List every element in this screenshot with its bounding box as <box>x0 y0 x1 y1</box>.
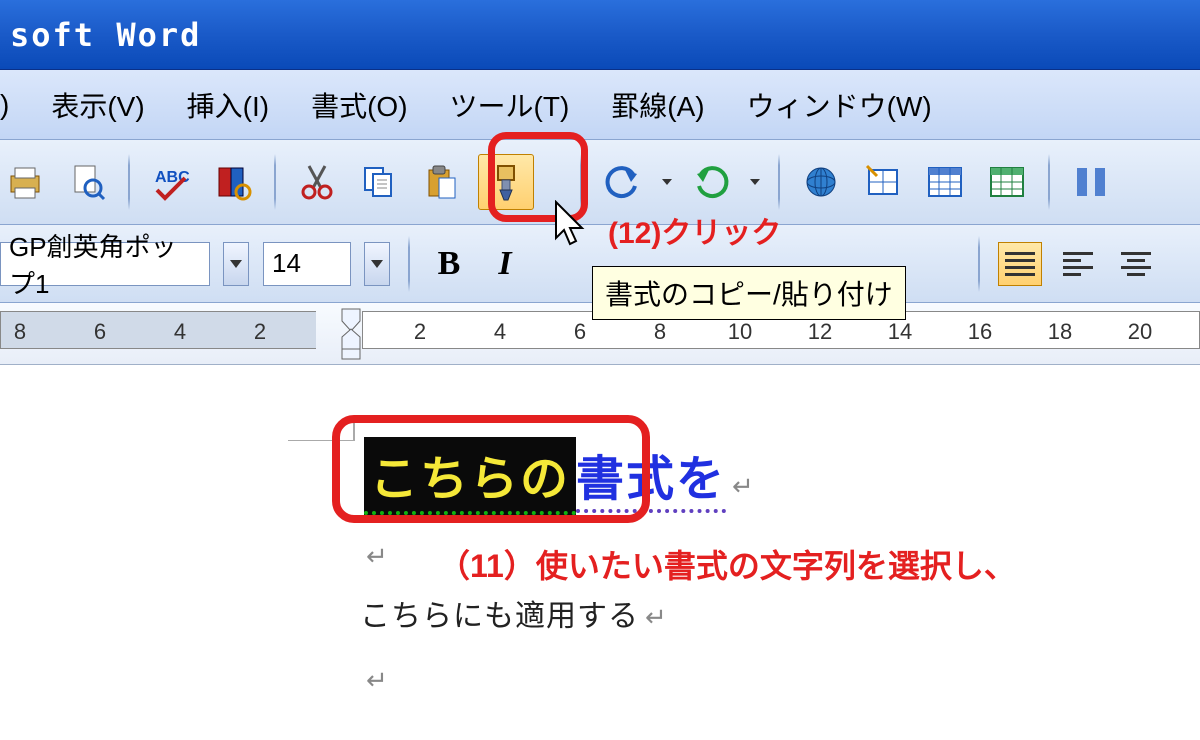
document-line-3[interactable]: こちらにも適用する↵ <box>360 591 668 635</box>
ruler-tick: 8 <box>14 319 26 345</box>
ruler-tick: 20 <box>1128 319 1152 345</box>
ruler-tick: 6 <box>94 319 106 345</box>
hyperlink-button[interactable] <box>796 157 846 207</box>
ruler-tick: 16 <box>968 319 992 345</box>
ruler-tick: 6 <box>574 319 586 345</box>
document-line-2[interactable]: ↵ <box>360 541 388 572</box>
page-corner-mark <box>288 423 354 441</box>
paragraph-mark-icon: ↵ <box>366 665 388 695</box>
bold-button[interactable]: B <box>428 245 470 283</box>
spelling-button[interactable]: ABC <box>146 157 196 207</box>
format-painter-button[interactable] <box>478 154 534 210</box>
paste-button[interactable] <box>416 157 466 207</box>
columns-button[interactable] <box>1066 157 1116 207</box>
menu-item-table[interactable]: 罫線(A) <box>611 85 704 125</box>
font-size-value: 14 <box>272 248 301 279</box>
plain-text[interactable]: こちらにも適用する <box>360 600 639 633</box>
font-name-dropdown[interactable] <box>223 242 249 286</box>
ruler-tick: 4 <box>494 319 506 345</box>
copy-button[interactable] <box>354 157 404 207</box>
annotation-12-label: (12)クリック <box>608 208 781 252</box>
document-line-1[interactable]: こちらの書式を↵ <box>364 437 754 515</box>
separator <box>978 236 980 292</box>
separator <box>1048 154 1050 210</box>
separator <box>274 154 276 210</box>
ruler-tick: 2 <box>254 319 266 345</box>
separator <box>128 154 130 210</box>
undo-button[interactable] <box>598 157 648 207</box>
indent-marker-icon[interactable] <box>336 303 366 363</box>
page-margin-mark <box>354 423 355 441</box>
italic-button[interactable]: I <box>484 245 526 283</box>
titlebar-text: soft Word <box>10 16 201 54</box>
ruler-tick: 2 <box>414 319 426 345</box>
insert-excel-button[interactable] <box>982 157 1032 207</box>
document-area[interactable]: こちらの書式を↵ ↵ （11）使いたい書式の文字列を選択し、 こちらにも適用する… <box>0 365 1200 725</box>
standard-toolbar: ABC <box>0 140 1200 225</box>
font-name-combo[interactable]: GP創英角ポップ1 <box>0 242 210 286</box>
paragraph-mark-icon: ↵ <box>732 471 754 502</box>
print-preview-button[interactable] <box>62 157 112 207</box>
align-left-button[interactable] <box>1056 242 1100 286</box>
document-line-4[interactable]: ↵ <box>360 665 388 696</box>
ruler-margin-area <box>0 311 316 349</box>
align-justify-button[interactable] <box>998 242 1042 286</box>
undo-dropdown[interactable] <box>660 179 674 185</box>
formatted-text[interactable]: 書式を <box>576 439 726 513</box>
annotation-11-label: （11）使いたい書式の文字列を選択し、 <box>438 541 1016 587</box>
menu-item-format[interactable]: 書式(O) <box>311 85 407 125</box>
ruler-tick: 14 <box>888 319 912 345</box>
menu-item-tools[interactable]: ツール(T) <box>450 85 570 125</box>
insert-table-button[interactable] <box>920 157 970 207</box>
align-center-button[interactable] <box>1114 242 1158 286</box>
font-name-value: GP創英角ポップ1 <box>9 227 201 301</box>
research-button[interactable] <box>208 157 258 207</box>
selected-text[interactable]: こちらの <box>364 437 576 515</box>
ruler-tick: 18 <box>1048 319 1072 345</box>
menubar: ) 表示(V) 挿入(I) 書式(O) ツール(T) 罫線(A) ウィンドウ(W… <box>0 70 1200 140</box>
redo-dropdown[interactable] <box>748 179 762 185</box>
cut-button[interactable] <box>292 157 342 207</box>
menu-item-partial[interactable]: ) <box>0 89 9 121</box>
ruler-tick: 12 <box>808 319 832 345</box>
ruler-tick: 8 <box>654 319 666 345</box>
titlebar: soft Word <box>0 0 1200 70</box>
font-size-combo[interactable]: 14 <box>263 242 351 286</box>
paragraph-mark-icon: ↵ <box>366 541 388 571</box>
ruler-tick: 10 <box>728 319 752 345</box>
tables-borders-button[interactable] <box>858 157 908 207</box>
menu-item-insert[interactable]: 挿入(I) <box>187 85 269 125</box>
separator <box>408 236 410 292</box>
svg-text:ABC: ABC <box>155 169 190 186</box>
ruler-tick: 4 <box>174 319 186 345</box>
separator <box>778 154 780 210</box>
menu-item-window[interactable]: ウィンドウ(W) <box>747 85 932 125</box>
menu-item-view[interactable]: 表示(V) <box>51 85 144 125</box>
font-size-dropdown[interactable] <box>364 242 390 286</box>
print-button[interactable] <box>0 157 50 207</box>
separator <box>580 154 582 210</box>
paragraph-mark-icon: ↵ <box>645 603 668 632</box>
format-painter-tooltip: 書式のコピー/貼り付け <box>592 266 906 320</box>
redo-button[interactable] <box>686 157 736 207</box>
